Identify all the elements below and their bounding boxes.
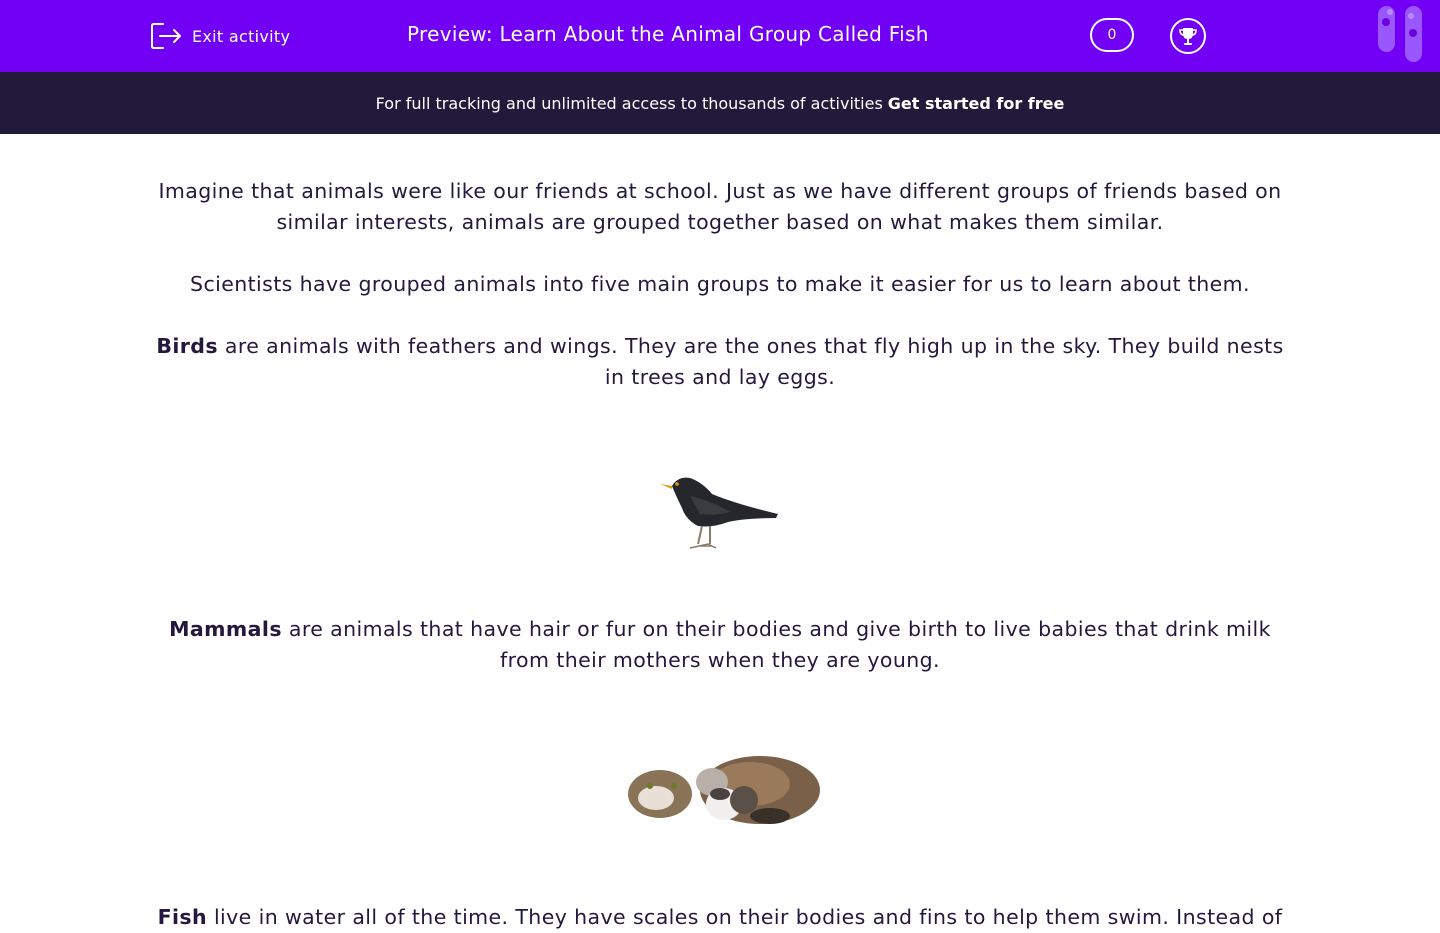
birds-paragraph: Birds are animals with feathers and wing… xyxy=(150,331,1290,393)
get-started-link[interactable]: Get started for free xyxy=(888,94,1065,113)
page-title: Preview: Learn About the Animal Group Ca… xyxy=(407,22,929,46)
mammals-term: Mammals xyxy=(169,617,282,641)
exit-activity-button[interactable]: Exit activity xyxy=(150,20,290,52)
blackbird-illustration xyxy=(660,477,778,549)
lesson-content: Imagine that animals were like our frien… xyxy=(150,176,1290,933)
birds-term: Birds xyxy=(156,334,218,358)
birds-text: are animals with feathers and wings. The… xyxy=(217,334,1284,389)
mammals-paragraph: Mammals are animals that have hair or fu… xyxy=(150,614,1290,676)
trophy-icon xyxy=(1179,28,1197,45)
score-badge: 0 xyxy=(1090,18,1134,52)
exit-activity-label: Exit activity xyxy=(192,26,291,46)
cat-and-kittens-image xyxy=(150,682,1290,892)
intro-paragraph: Imagine that animals were like our frien… xyxy=(158,179,1282,234)
top-bar: Exit activity Preview: Learn About the A… xyxy=(0,0,1440,72)
banner-text: For full tracking and unlimited access t… xyxy=(375,93,883,113)
fish-text: live in water all of the time. They have… xyxy=(207,905,1283,929)
test-tubes-icon xyxy=(1378,6,1422,62)
trophy-button[interactable] xyxy=(1170,18,1206,54)
fish-paragraph: Fish live in water all of the time. They… xyxy=(150,902,1290,933)
fish-term: Fish xyxy=(157,905,208,929)
cat-and-kittens-illustration xyxy=(628,756,820,824)
groups-intro-paragraph: Scientists have grouped animals into fiv… xyxy=(190,272,1250,296)
mammals-text: are animals that have hair or fur on the… xyxy=(281,617,1271,672)
signup-banner: For full tracking and unlimited access t… xyxy=(0,72,1440,134)
blackbird-image xyxy=(150,403,1290,608)
exit-icon xyxy=(151,23,181,49)
